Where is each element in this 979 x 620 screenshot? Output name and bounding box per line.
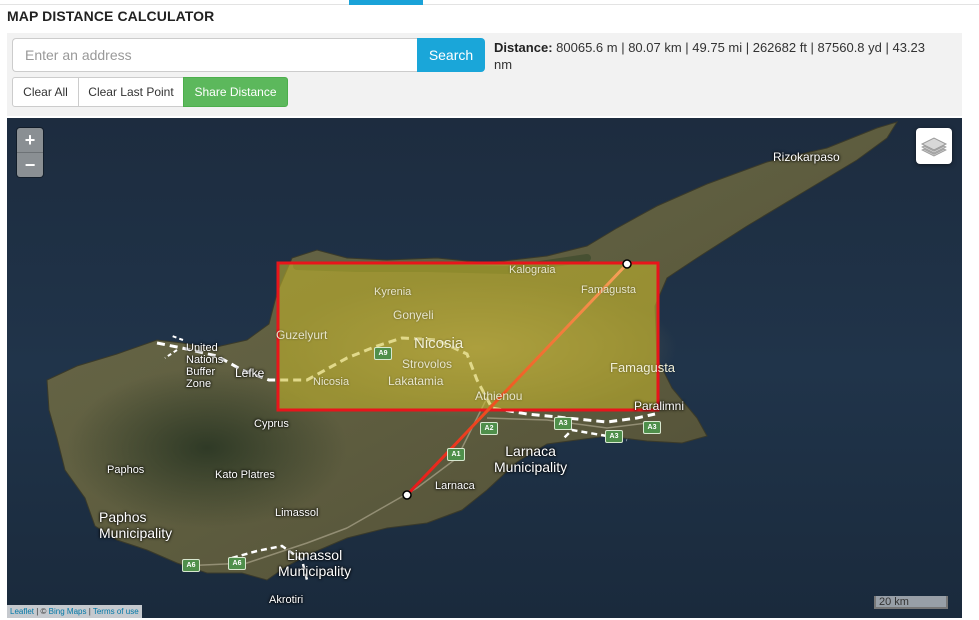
top-divider [0, 4, 979, 5]
place-famagusta: Famagusta [610, 360, 676, 375]
attribution-separator: | © [34, 607, 49, 616]
clear-last-point-button[interactable]: Clear Last Point [78, 77, 184, 107]
measure-end-point[interactable] [622, 259, 632, 269]
map-view[interactable]: Rizokarpaso Kalograia Kyrenia Famagusta … [7, 118, 962, 618]
road-shield-a3: A3 [554, 417, 572, 430]
place-paphos: Paphos [107, 464, 145, 476]
bing-maps-link[interactable]: Bing Maps [49, 607, 87, 616]
place-larnaca: Larnaca [435, 480, 475, 492]
layers-icon [920, 137, 948, 157]
share-distance-button[interactable]: Share Distance [183, 77, 288, 107]
place-lefke: Lefke [235, 366, 265, 380]
road-shield-a3: A3 [643, 421, 661, 434]
layers-button[interactable] [916, 128, 952, 164]
place-nicosia-district: Nicosia [313, 376, 350, 388]
zoom-control: + − [17, 128, 43, 177]
place-kalograia: Kalograia [509, 264, 556, 276]
terms-of-use-link[interactable]: Terms of use [93, 607, 139, 616]
place-kato-platres: Kato Platres [215, 469, 275, 481]
place-kyrenia: Kyrenia [374, 286, 412, 298]
distance-readout: Distance: 80065.6 m | 80.07 km | 49.75 m… [494, 39, 934, 73]
place-paphos-municipality: Paphos Municipality [99, 509, 173, 541]
place-famagusta-north: Famagusta [581, 284, 637, 296]
road-shield-a3: A3 [605, 430, 623, 443]
address-search-input[interactable] [12, 38, 418, 72]
place-nicosia: Nicosia [414, 335, 464, 352]
road-shield-a9: A9 [374, 347, 392, 360]
road-shield-a1: A1 [447, 448, 465, 461]
map-scale-bar: 20 km [874, 596, 948, 609]
search-button[interactable]: Search [417, 38, 485, 72]
place-akrotiri: Akrotiri [269, 594, 304, 606]
place-strovolos: Strovolos [402, 357, 453, 371]
place-lakatamia: Lakatamia [388, 374, 444, 388]
road-shield-a2: A2 [480, 422, 498, 435]
road-shield-a6: A6 [182, 559, 200, 572]
active-tab-indicator [349, 0, 423, 5]
place-larnaca-municipality: Larnaca Municipality [494, 443, 568, 475]
place-athienou: Athienou [475, 389, 523, 403]
clear-all-button[interactable]: Clear All [12, 77, 79, 107]
leaflet-link[interactable]: Leaflet [10, 607, 34, 616]
place-un-buffer-zone: United Nations Buffer Zone [186, 342, 224, 390]
place-paralimni: Paralimni [634, 399, 685, 413]
map-attribution: Leaflet | © Bing Maps | Terms of use [7, 605, 142, 618]
place-gonyeli: Gonyeli [393, 308, 434, 322]
place-limassol: Limassol [275, 507, 319, 519]
page-title: MAP DISTANCE CALCULATOR [7, 8, 215, 24]
zoom-out-button[interactable]: − [17, 152, 43, 177]
place-rizokarpaso: Rizokarpaso [773, 150, 840, 164]
distance-values: 80065.6 m | 80.07 km | 49.75 mi | 262682… [494, 40, 926, 72]
road-shield-a6: A6 [228, 557, 246, 570]
place-limassol-municipality: Limassol Municipality [278, 547, 352, 579]
map-imagery [7, 118, 962, 618]
zoom-in-button[interactable]: + [17, 128, 43, 152]
place-cyprus: Cyprus [254, 418, 289, 430]
place-guzelyurt: Guzelyurt [276, 328, 328, 342]
distance-label: Distance: [494, 40, 553, 55]
measure-start-point[interactable] [402, 490, 412, 500]
